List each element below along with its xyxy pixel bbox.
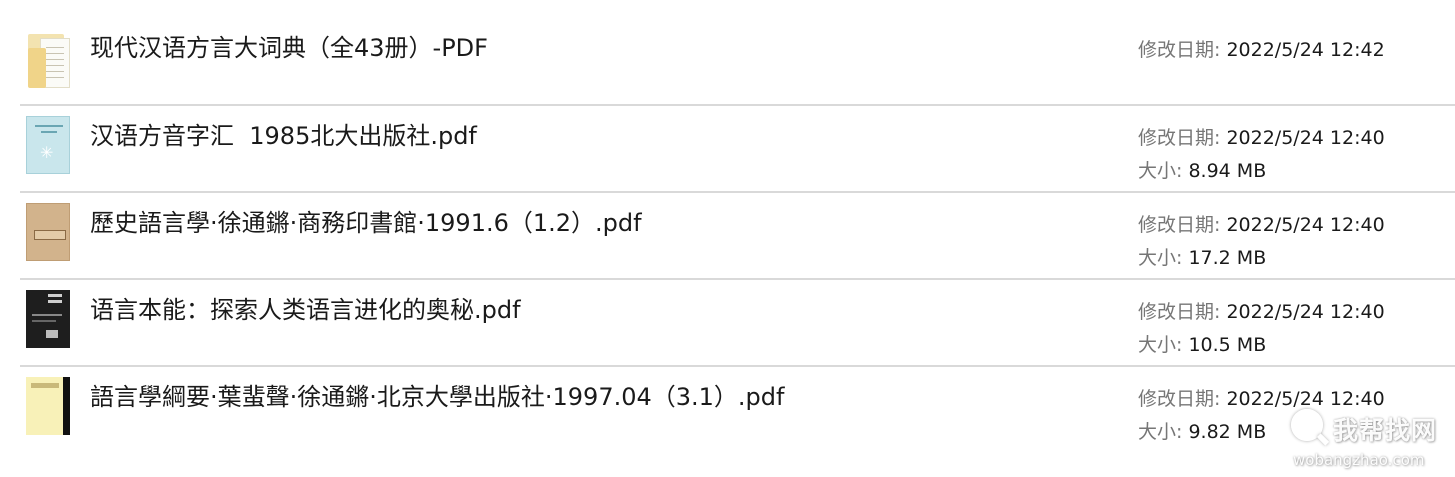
magnifier-icon [1291,409,1323,441]
modified-value: 2022/5/24 12:40 [1226,214,1385,236]
file-meta: 修改日期: 2022/5/24 12:42 [1138,34,1385,67]
watermark-title: 我帮找网 [1333,416,1438,445]
book-cover-thumbnail [26,203,70,261]
file-row-pdf[interactable]: 语言本能：探索人类语言进化的奥秘.pdf 修改日期: 2022/5/24 12:… [20,280,1455,367]
file-name: 汉语方音字汇 1985北大出版社.pdf [90,122,477,150]
file-row-pdf[interactable]: ✳ 汉语方音字汇 1985北大出版社.pdf 修改日期: 2022/5/24 1… [20,106,1455,193]
modified-value: 2022/5/24 12:40 [1226,301,1385,323]
file-row-pdf[interactable]: 歷史語言學·徐通鏘·商務印書館·1991.6（1.2）.pdf 修改日期: 20… [20,193,1455,280]
modified-label: 修改日期: [1138,214,1221,236]
file-name: 现代汉语方言大词典（全43册）-PDF [90,34,488,62]
modified-label: 修改日期: [1138,127,1221,149]
book-cover-thumbnail [26,290,70,348]
file-name: 语言本能：探索人类语言进化的奥秘.pdf [90,296,521,324]
modified-value: 2022/5/24 12:42 [1226,39,1385,61]
file-list: 现代汉语方言大词典（全43册）-PDF 修改日期: 2022/5/24 12:4… [0,0,1455,477]
file-meta: 修改日期: 2022/5/24 12:40 大小: 10.5 MB [1138,296,1385,362]
size-value: 10.5 MB [1188,334,1267,356]
size-label: 大小: [1138,421,1183,443]
folder-icon [26,34,70,92]
watermark: 我帮找网 wobangzhao.com [1289,407,1449,473]
modified-label: 修改日期: [1138,301,1221,323]
modified-label: 修改日期: [1138,39,1221,61]
file-name: 歷史語言學·徐通鏘·商務印書館·1991.6（1.2）.pdf [90,209,642,237]
size-label: 大小: [1138,160,1183,182]
file-name: 語言學綱要·葉蜚聲·徐通鏘·北京大學出版社·1997.04（3.1）.pdf [90,383,785,411]
size-value: 8.94 MB [1188,160,1267,182]
file-row-pdf[interactable]: 語言學綱要·葉蜚聲·徐通鏘·北京大學出版社·1997.04（3.1）.pdf 修… [20,367,1455,457]
watermark-url: wobangzhao.com [1293,451,1425,469]
book-cover-thumbnail [26,377,70,435]
size-label: 大小: [1138,334,1183,356]
size-value: 17.2 MB [1188,247,1267,269]
file-meta: 修改日期: 2022/5/24 12:40 大小: 17.2 MB [1138,209,1385,275]
size-label: 大小: [1138,247,1183,269]
size-value: 9.82 MB [1188,421,1267,443]
book-cover-thumbnail: ✳ [26,116,70,174]
file-meta: 修改日期: 2022/5/24 12:40 大小: 8.94 MB [1138,122,1385,188]
modified-value: 2022/5/24 12:40 [1226,127,1385,149]
file-row-folder[interactable]: 现代汉语方言大词典（全43册）-PDF 修改日期: 2022/5/24 12:4… [20,18,1455,106]
modified-label: 修改日期: [1138,388,1221,410]
